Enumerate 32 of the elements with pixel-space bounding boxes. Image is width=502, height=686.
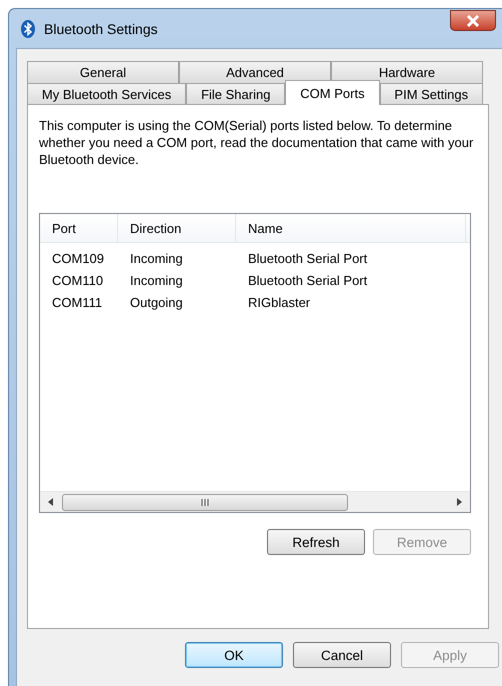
tab[interactable]: PIM Settings (380, 83, 484, 105)
scrollbar-thumb[interactable] (62, 494, 348, 510)
table-cell-text: RIGblaster (247, 294, 312, 310)
bluetooth-icon (21, 20, 35, 38)
table-cell-text: Incoming (129, 272, 184, 288)
scroll-left-icon[interactable] (48, 498, 54, 506)
tab[interactable]: My Bluetooth Services (27, 83, 186, 105)
close-button[interactable] (450, 10, 496, 31)
tab[interactable]: File Sharing (186, 83, 286, 105)
dialog-button[interactable]: OK (185, 642, 283, 668)
table-cell-text: Bluetooth Serial Port (247, 272, 368, 288)
column-header[interactable]: Port (40, 214, 118, 242)
dialog-button[interactable]: Cancel (293, 642, 391, 668)
scroll-right-icon[interactable] (456, 498, 462, 506)
tab[interactable]: Advanced (179, 61, 331, 83)
horizontal-scrollbar[interactable] (40, 491, 470, 512)
tab[interactable]: Hardware (331, 61, 483, 83)
table-cell-text: Incoming (129, 250, 184, 266)
table-cell-text: Bluetooth Serial Port (247, 250, 368, 266)
tab[interactable]: General (27, 61, 179, 83)
column-header[interactable]: Name (236, 214, 466, 242)
window-title: Bluetooth Settings (44, 20, 159, 36)
table-cell-text: COM109 (51, 250, 106, 266)
table-cell-text: COM111 (51, 294, 104, 310)
column-header[interactable]: Direction (118, 214, 236, 242)
tab[interactable]: COM Ports (285, 80, 380, 105)
table-cell-text: Outgoing (129, 294, 184, 310)
panel-button[interactable]: Refresh (267, 529, 365, 555)
description-text: This computer is using the COM(Serial) ports listed below. To determine whether you need a COM port, read the documentation that came with your Bluetooth device. (39, 117, 474, 168)
close-icon (466, 14, 480, 26)
table-cell-text: COM110 (51, 272, 104, 288)
grip-icon (201, 498, 209, 506)
